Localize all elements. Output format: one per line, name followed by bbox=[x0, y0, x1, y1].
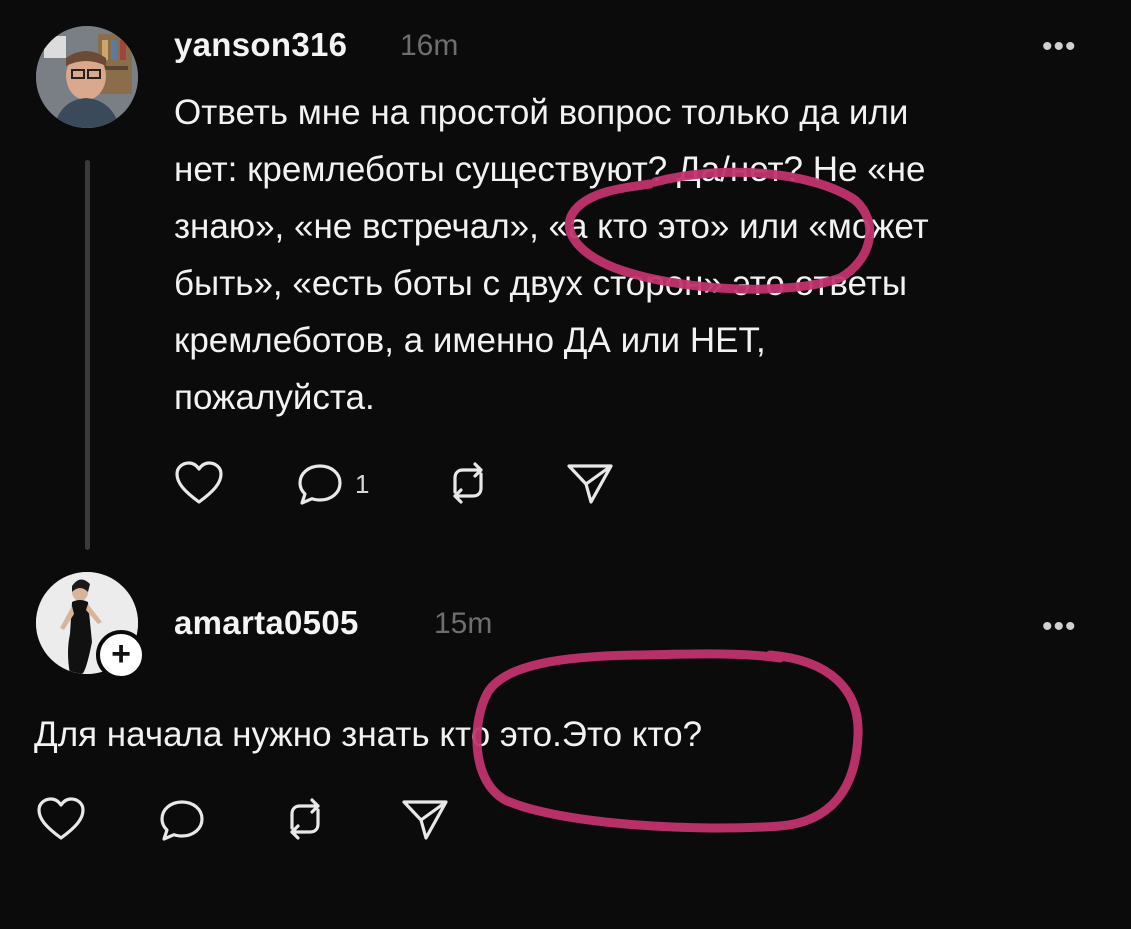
post-body-line: Ответь мне на простой вопрос только да и… bbox=[174, 93, 909, 132]
post-username[interactable]: yanson316 bbox=[174, 26, 347, 64]
comment-icon[interactable] bbox=[158, 798, 206, 844]
heart-icon[interactable] bbox=[174, 460, 224, 506]
reply-count: 1 bbox=[355, 469, 370, 499]
post-body-line: знаю», «не встречал», «а кто это» или «м… bbox=[174, 207, 929, 246]
post-body: Ответь мне на простой вопрос только да и… bbox=[174, 84, 1114, 426]
post-body-line: кремлеботов, а именно ДА или НЕТ, bbox=[174, 321, 766, 360]
share-icon[interactable] bbox=[400, 796, 450, 842]
repost-icon[interactable] bbox=[443, 460, 493, 506]
avatar-yanson316[interactable] bbox=[36, 26, 138, 128]
comment-icon[interactable] bbox=[296, 462, 344, 508]
repost-icon[interactable] bbox=[280, 796, 330, 842]
follow-button[interactable]: + bbox=[96, 630, 146, 680]
heart-icon[interactable] bbox=[36, 796, 86, 842]
post-body-line: нет: кремлеботы существуют? Да/нет? Не «… bbox=[174, 150, 926, 189]
post-timestamp: 15m bbox=[434, 607, 493, 640]
post-body-line: пожалуйста. bbox=[174, 378, 375, 417]
share-icon[interactable] bbox=[565, 460, 615, 506]
post-timestamp: 16m bbox=[400, 29, 459, 62]
post-username[interactable]: amarta0505 bbox=[174, 604, 359, 642]
post-body: Для начала нужно знать кто это.Это кто? bbox=[34, 715, 703, 754]
thread-line bbox=[85, 160, 90, 550]
more-icon[interactable]: ••• bbox=[1042, 30, 1077, 64]
more-icon[interactable]: ••• bbox=[1042, 610, 1077, 644]
post-body-line: быть», «есть боты с двух сторон» это отв… bbox=[174, 264, 908, 303]
